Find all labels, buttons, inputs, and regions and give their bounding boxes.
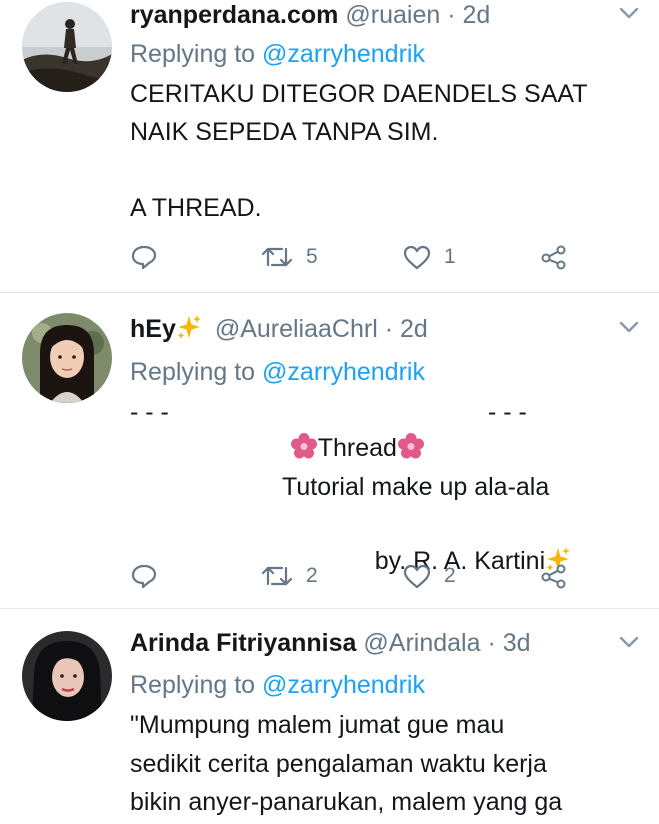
chevron-down-icon[interactable] <box>619 6 639 20</box>
avatar-arinda[interactable] <box>22 631 112 721</box>
heart-icon <box>403 564 431 589</box>
display-name[interactable]: hEy <box>130 315 176 343</box>
dashes-left: - - - <box>130 398 169 426</box>
tweet-line: CERITAKU DITEGOR DAENDELS SAAT <box>130 80 588 108</box>
replying-prefix: Replying to <box>130 40 256 68</box>
avatar-photo <box>22 2 112 92</box>
tweet-header: Arinda Fitriyannisa @Arindala · 3d <box>130 626 531 660</box>
heart-icon <box>403 245 431 270</box>
retweet-button[interactable]: 5 <box>260 243 318 271</box>
replying-to: Replying to @zarryhendrik <box>130 355 425 389</box>
like-count: 1 <box>444 245 456 268</box>
share-icon <box>541 564 566 589</box>
avatar-photo <box>22 313 112 403</box>
replying-to-handle[interactable]: @zarryhendrik <box>262 358 425 386</box>
separator: · <box>487 629 496 657</box>
separator: · <box>384 315 394 343</box>
share-button[interactable] <box>540 562 568 590</box>
share-button[interactable] <box>540 243 568 271</box>
avatar-ryanperdana[interactable] <box>22 2 112 92</box>
tweet-header: ryanperdana.com @ruaien · 2d <box>130 0 490 32</box>
like-count: 2 <box>444 564 456 587</box>
display-name[interactable]: Arinda Fitriyannisa <box>130 629 356 657</box>
handle[interactable]: @ruaien <box>345 1 440 29</box>
cherry-blossom-emoji-icon <box>290 433 317 459</box>
retweet-button[interactable]: 2 <box>260 562 318 590</box>
share-icon <box>541 245 566 270</box>
like-button[interactable]: 1 <box>402 243 456 271</box>
avatar-photo <box>22 631 112 721</box>
tweet-line: A THREAD. <box>130 194 262 222</box>
reply-icon <box>131 245 157 270</box>
timestamp[interactable]: 2d <box>462 1 490 29</box>
timestamp[interactable]: 2d <box>400 315 428 343</box>
retweet-count: 2 <box>306 564 318 587</box>
reply-button[interactable] <box>130 243 158 271</box>
replying-to-handle[interactable]: @zarryhendrik <box>262 40 425 68</box>
replying-prefix: Replying to <box>130 671 256 699</box>
replying-to: Replying to @zarryhendrik <box>130 37 425 71</box>
tweet-line: bikin anyer-panarukan, malem yang ga <box>130 788 563 816</box>
sparkles-emoji-icon <box>177 315 201 339</box>
handle[interactable]: @AureliaaChrl <box>215 315 378 343</box>
handle[interactable]: @Arindala <box>363 629 480 657</box>
dashes-right: - - - <box>488 398 527 426</box>
tweet-2[interactable]: hEy @AureliaaChrl · 2d Replying to @zarr… <box>0 293 659 609</box>
replying-to: Replying to @zarryhendrik <box>130 668 425 702</box>
action-bar: 2 2 <box>130 562 570 592</box>
tweet-line: NAIK SEPEDA TANPA SIM. <box>130 118 439 146</box>
retweet-icon <box>261 566 293 586</box>
chevron-down-icon[interactable] <box>619 320 639 334</box>
separator: · <box>447 1 456 29</box>
chevron-down-icon[interactable] <box>619 635 639 649</box>
replying-prefix: Replying to <box>130 358 256 386</box>
retweet-icon <box>261 247 293 267</box>
cherry-blossom-emoji-icon <box>397 433 424 459</box>
reply-button[interactable] <box>130 562 158 590</box>
timestamp[interactable]: 3d <box>503 629 531 657</box>
tweet-1[interactable]: ryanperdana.com @ruaien · 2d Replying to… <box>0 0 659 293</box>
tweet-line-by: by. R. A. Kartini <box>333 507 571 615</box>
action-bar: 5 1 <box>130 243 570 273</box>
tweet-line: sedikit cerita pengalaman waktu kerja <box>130 750 547 778</box>
reply-icon <box>131 564 157 589</box>
retweet-count: 5 <box>306 245 318 268</box>
tweet-line: Tutorial make up ala-ala <box>282 473 550 501</box>
tweet-header: hEy @AureliaaChrl · 2d <box>130 312 428 346</box>
tweet-3[interactable]: Arinda Fitriyannisa @Arindala · 3d Reply… <box>0 609 659 824</box>
display-name[interactable]: ryanperdana.com <box>130 1 338 29</box>
replying-to-handle[interactable]: @zarryhendrik <box>262 671 425 699</box>
avatar-aurelia[interactable] <box>22 313 112 403</box>
tweet-line: "Mumpung malem jumat gue mau <box>130 711 505 739</box>
like-button[interactable]: 2 <box>402 562 456 590</box>
thread-word: Thread <box>317 434 397 462</box>
